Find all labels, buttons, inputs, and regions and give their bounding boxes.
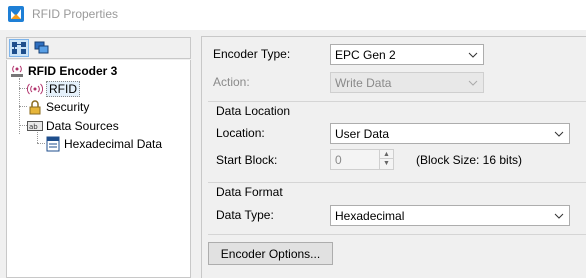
data-type-label: Data Type: xyxy=(216,208,274,222)
tree-root-label: RFID Encoder 3 xyxy=(28,64,118,78)
encoder-type-select[interactable]: EPC Gen 2 xyxy=(330,44,484,65)
tree-item-label: Data Sources xyxy=(46,119,119,133)
rfid-signal-icon xyxy=(27,81,43,97)
layers-icon xyxy=(34,41,49,54)
start-block-stepper[interactable]: 0 ▲ ▼ xyxy=(330,149,394,170)
rfid-settings-panel: Encoder Type: EPC Gen 2 Action: Write Da… xyxy=(201,36,586,278)
tree-item-security[interactable]: Security xyxy=(27,98,89,116)
encoder-type-value: EPC Gen 2 xyxy=(335,47,396,62)
start-block-label: Start Block: xyxy=(216,153,278,167)
lock-icon xyxy=(27,99,43,115)
stepper-up-icon[interactable]: ▲ xyxy=(380,150,393,159)
window-title: RFID Properties xyxy=(32,7,119,21)
chevron-down-icon xyxy=(468,52,478,58)
location-value: User Data xyxy=(335,126,390,141)
text-field-icon: ab xyxy=(27,118,43,134)
tree-item-label: Security xyxy=(46,100,90,114)
encoder-type-label: Encoder Type: xyxy=(213,47,291,61)
stepper-down-icon[interactable]: ▼ xyxy=(380,159,393,168)
tree-item-data-sources[interactable]: ab Data Sources xyxy=(27,117,119,135)
app-logo-icon xyxy=(8,6,24,22)
stepper-buttons[interactable]: ▲ ▼ xyxy=(379,150,393,169)
location-label: Location: xyxy=(216,126,265,140)
chevron-down-icon xyxy=(554,131,564,137)
chevron-down-icon xyxy=(554,213,564,219)
chevron-down-icon xyxy=(468,80,478,86)
data-location-heading: Data Location xyxy=(216,104,291,118)
tree-toolbar xyxy=(6,37,191,59)
tree-view-button[interactable] xyxy=(9,39,29,57)
tree-view-icon xyxy=(12,42,26,54)
data-type-select[interactable]: Hexadecimal xyxy=(330,205,570,226)
separator xyxy=(208,182,586,183)
tree-item-label: Hexadecimal Data xyxy=(64,137,163,151)
data-type-value: Hexadecimal xyxy=(335,208,405,223)
tree-root-rfid-encoder[interactable]: RFID Encoder 3 xyxy=(9,62,117,80)
location-select[interactable]: User Data xyxy=(330,123,570,144)
properties-tree: RFID Encoder 3 RFID Security ab Data Sou… xyxy=(6,60,191,278)
tree-item-rfid[interactable]: RFID xyxy=(27,80,80,98)
block-size-text: (Block Size: 16 bits) xyxy=(416,153,523,167)
layers-button[interactable] xyxy=(32,39,52,57)
encoder-options-button[interactable]: Encoder Options... xyxy=(208,242,333,265)
separator xyxy=(208,234,586,235)
data-document-icon xyxy=(45,136,61,152)
data-format-heading: Data Format xyxy=(216,185,283,199)
action-select[interactable]: Write Data xyxy=(330,72,484,93)
rfid-antenna-icon xyxy=(9,63,25,79)
separator xyxy=(208,101,586,102)
title-bar: RFID Properties xyxy=(0,0,586,30)
svg-text:ab: ab xyxy=(29,123,38,131)
action-value: Write Data xyxy=(335,75,392,90)
tree-item-hexadecimal-data[interactable]: Hexadecimal Data xyxy=(45,135,162,153)
action-label: Action: xyxy=(213,75,250,89)
start-block-value: 0 xyxy=(335,152,342,167)
tree-item-label: RFID xyxy=(46,81,80,97)
